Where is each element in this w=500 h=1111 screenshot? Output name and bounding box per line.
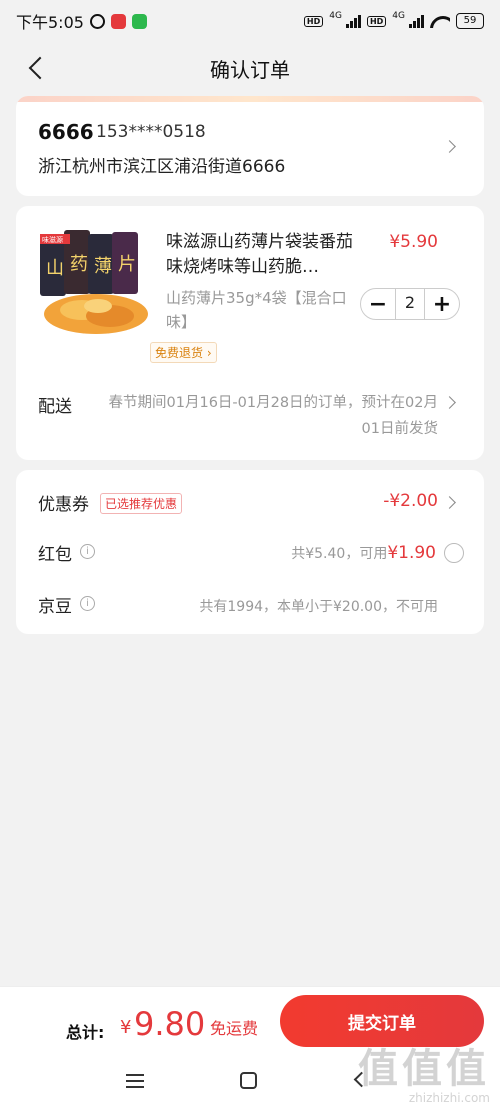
chevron-right-icon (443, 396, 456, 409)
address-card[interactable]: 6666 153****0518 浙江杭州市滨江区浦沿街道6666 (16, 96, 484, 196)
coupon-label: 优惠券 (38, 495, 89, 515)
decrease-quantity-button[interactable]: − (361, 288, 395, 320)
coupon-value: -¥2.00 (383, 491, 438, 511)
total-label: 总计: (66, 1023, 105, 1042)
svg-text:山: 山 (46, 258, 64, 279)
signal-icon (345, 14, 361, 28)
hongbao-radio[interactable] (444, 543, 464, 563)
status-time: 下午5:05 (16, 13, 84, 32)
quantity-value[interactable]: 2 (395, 288, 425, 320)
jingdou-label: 京豆 (38, 597, 72, 617)
status-bar: 下午5:05 HD 4G HD 4G 59 (0, 0, 500, 42)
free-return-badge[interactable]: 免费退货 › (150, 342, 217, 363)
hongbao-usable-amount: ¥1.90 (387, 543, 436, 563)
svg-text:药: 药 (70, 254, 88, 275)
free-shipping-label: 免运费 (210, 1019, 259, 1038)
info-icon[interactable]: i (80, 596, 95, 611)
wifi-icon (430, 14, 450, 28)
jingdou-row: 京豆 i 共有1994，本单小于¥20.00，不可用 (16, 582, 484, 626)
coupon-recommend-tag: 已选推荐优惠 (100, 493, 183, 514)
network-type: 4G (329, 11, 342, 21)
product-card: 味滋源 山 药 薄 片 味滋源山药薄片袋装番茄味烧烤味等山药脆… ¥5.90 山… (16, 206, 484, 460)
product-title[interactable]: 味滋源山药薄片袋装番茄味烧烤味等山药脆… (166, 230, 361, 280)
coupon-row[interactable]: 优惠券 已选推荐优惠 -¥2.00 (16, 480, 484, 524)
chevron-right-icon (443, 140, 456, 153)
shipping-label: 配送 (38, 397, 72, 417)
menu-icon[interactable] (126, 1074, 144, 1088)
address-decor-strip (16, 96, 484, 102)
discount-card: 优惠券 已选推荐优惠 -¥2.00 红包 i 共¥5.40，可用¥1.90 京豆… (16, 470, 484, 634)
product-image-brand: 味滋源 (42, 235, 63, 244)
receiver-name: 6666 (38, 120, 94, 144)
header: 确认订单 (0, 42, 500, 94)
product-price: ¥5.90 (389, 232, 438, 252)
receiver-phone: 153****0518 (96, 122, 206, 142)
product-image[interactable]: 味滋源 山 药 薄 片 (38, 230, 153, 338)
total-amount: 9.80 (134, 1005, 206, 1043)
product-spec: 山药薄片35g*4袋【混合口味】 (166, 289, 347, 331)
jingdou-summary: 共有1994，本单小于¥20.00，不可用 (199, 599, 438, 615)
quantity-stepper: − 2 + (360, 288, 460, 320)
svg-text:片: 片 (118, 254, 136, 275)
svg-text:薄: 薄 (94, 256, 112, 277)
hd-icon-2: HD (366, 15, 387, 27)
address-detail: 浙江杭州市滨江区浦沿街道6666 (38, 157, 286, 177)
page-title: 确认订单 (210, 57, 290, 82)
shipping-notice[interactable]: 春节期间01月16日-01月28日的订单，预计在02月01日前发货 (102, 390, 438, 442)
hd-icon: HD (303, 15, 324, 27)
increase-quantity-button[interactable]: + (425, 288, 459, 320)
watermark: 值值值 zhizhizhi.com (358, 1046, 490, 1105)
info-icon[interactable]: i (80, 544, 95, 559)
back-arrow-icon[interactable] (22, 54, 52, 84)
signal-icon-2 (409, 14, 424, 28)
hongbao-summary: 共¥5.40，可用¥1.90 (291, 543, 436, 563)
alarm-icon (89, 13, 105, 29)
total-currency: ¥ (120, 1017, 132, 1038)
submit-order-button[interactable]: 提交订单 (280, 995, 484, 1047)
chevron-right-icon (443, 496, 456, 509)
home-icon[interactable] (240, 1072, 257, 1089)
hongbao-label: 红包 (38, 545, 72, 565)
network-type-2: 4G (392, 11, 405, 21)
hongbao-row: 红包 i 共¥5.40，可用¥1.90 (16, 530, 484, 574)
app-notification-icon (110, 13, 126, 29)
wechat-notification-icon (131, 13, 147, 29)
system-nav-bar: 值值值 zhizhizhi.com (0, 1047, 500, 1111)
battery-icon: 59 (456, 13, 484, 29)
